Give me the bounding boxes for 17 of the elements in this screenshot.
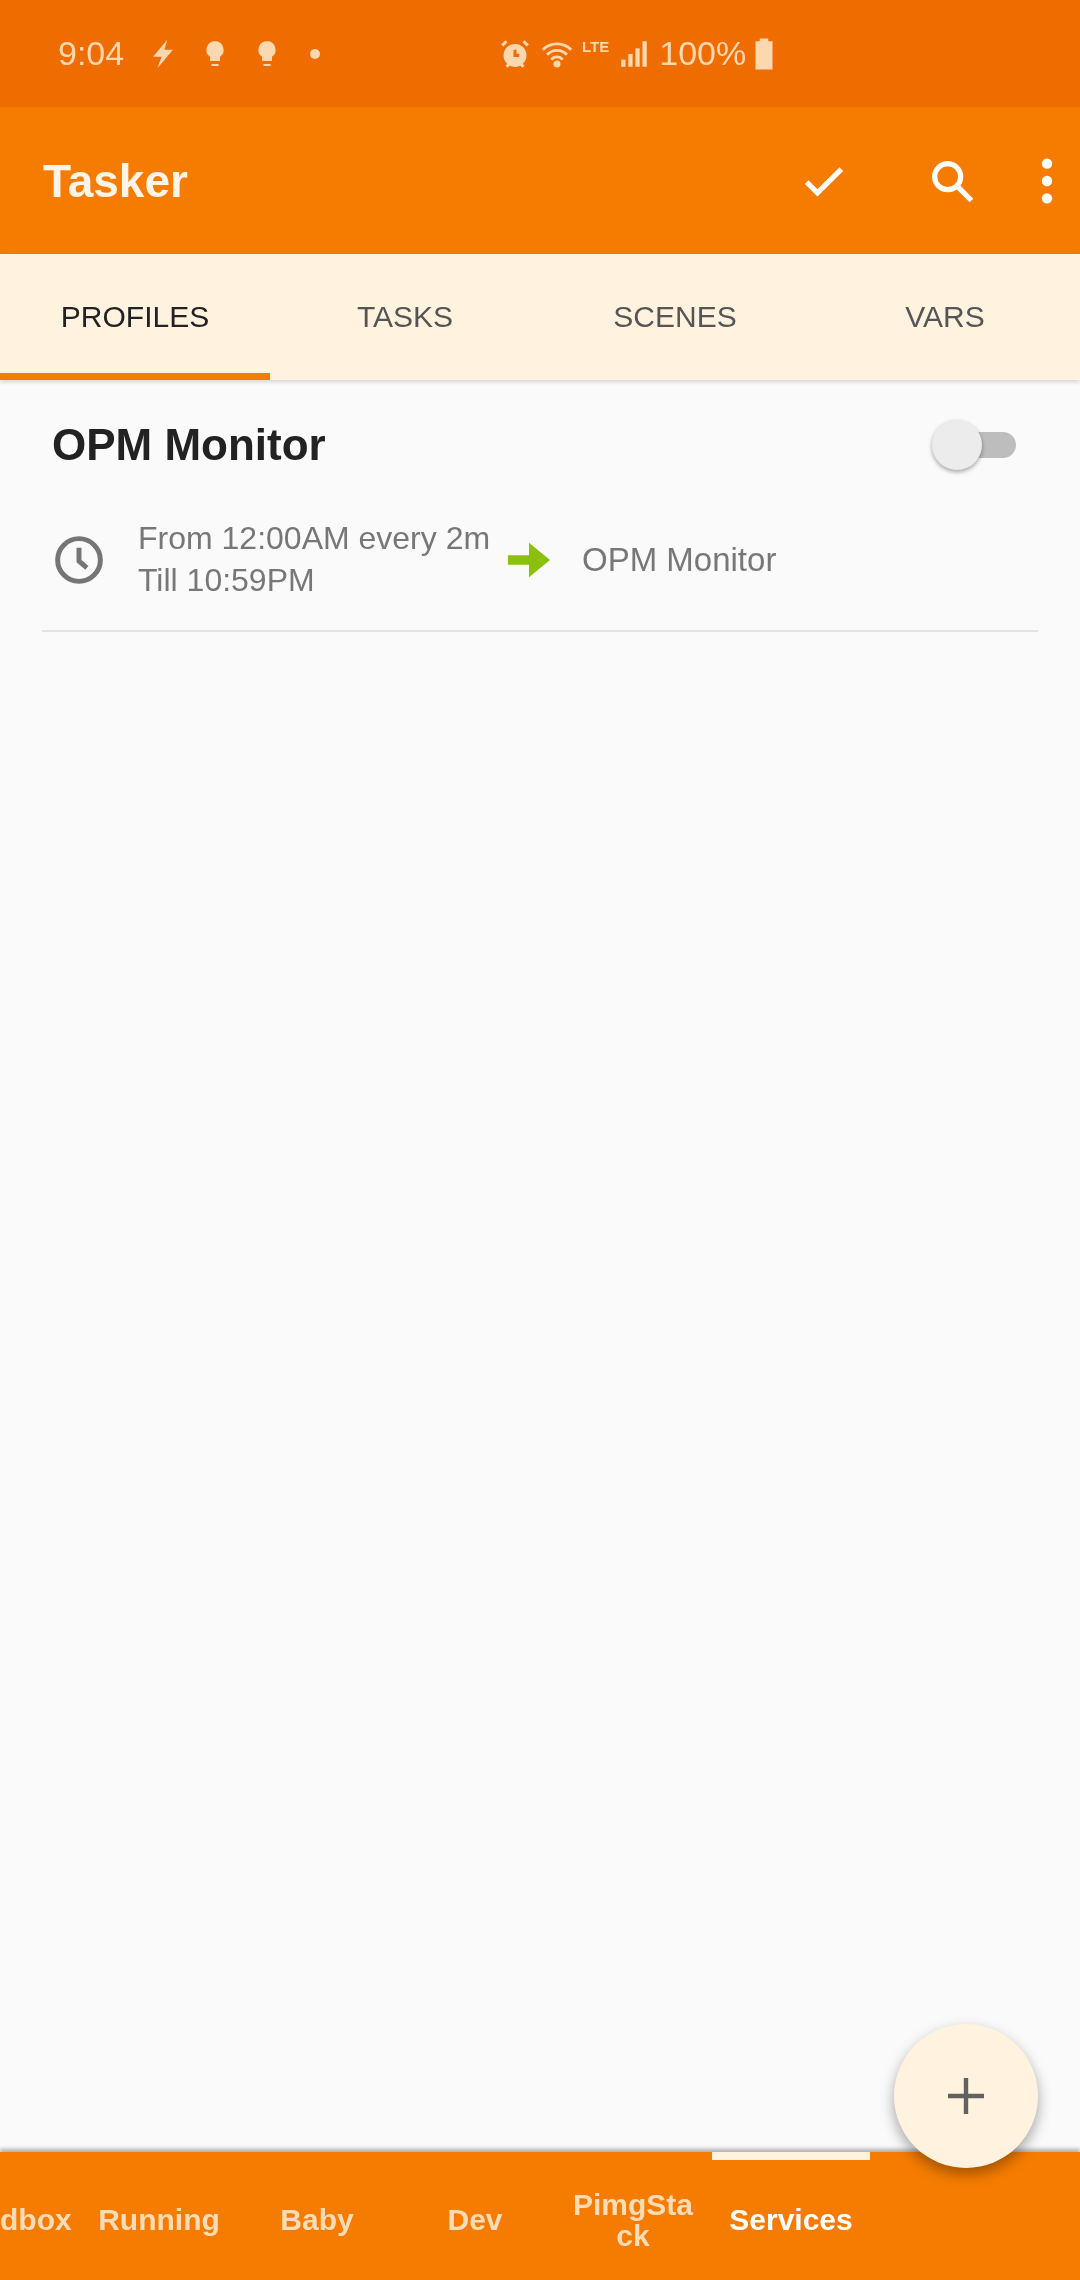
tab[interactable]: TASKS — [270, 254, 540, 380]
battery-percentage: 100% — [659, 34, 747, 73]
battery-icon — [754, 36, 775, 71]
clock: 9:04 — [58, 34, 125, 73]
tab[interactable]: SCENES — [540, 254, 810, 380]
app-title: Tasker — [43, 153, 189, 208]
task-name[interactable]: OPM Monitor — [582, 541, 777, 579]
add-button[interactable] — [894, 2024, 1038, 2168]
context-text[interactable]: From 12:00AM every 2m Till 10:59PM — [138, 518, 498, 602]
dot-icon — [310, 48, 321, 59]
tab[interactable]: PROFILES — [0, 254, 270, 380]
toggle-switch[interactable] — [932, 420, 1018, 470]
network-type-label: LTE — [582, 39, 610, 54]
project-tab[interactable]: Services — [712, 2152, 870, 2280]
profile-name[interactable]: OPM Monitor — [52, 420, 326, 470]
tab[interactable]: VARS — [810, 254, 1080, 380]
clock-icon — [52, 533, 106, 587]
